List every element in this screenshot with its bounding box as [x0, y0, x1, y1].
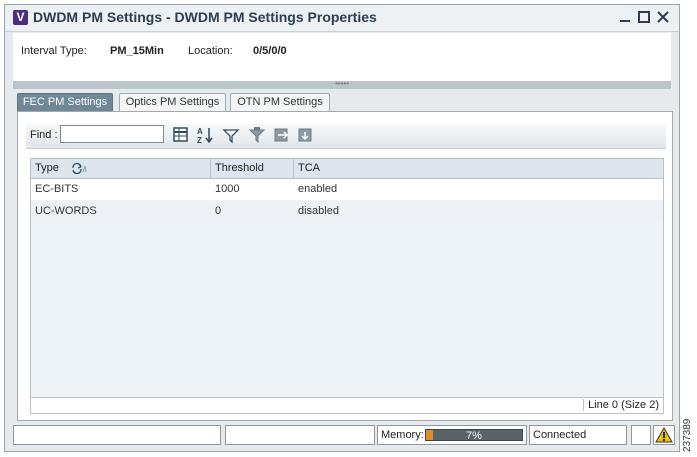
column-header-threshold[interactable]: Threshold: [215, 162, 264, 174]
row-count-text: Line 0 (Size 2): [583, 399, 659, 411]
column-separator[interactable]: [210, 159, 211, 178]
cell-threshold: 1000: [215, 183, 240, 195]
find-input[interactable]: [60, 125, 164, 143]
panel-splitter[interactable]: •••••: [13, 79, 671, 89]
location-value: 0/5/0/0: [253, 45, 287, 57]
pm-settings-table: Type Threshold TCA EC-BITS 1000 enabled …: [30, 158, 664, 398]
table-toolbar: Find : AZ: [26, 124, 666, 149]
status-field-2: [225, 425, 375, 445]
table-settings-icon[interactable]: [172, 126, 190, 144]
cell-tca: enabled: [298, 183, 338, 195]
svg-text:A: A: [197, 127, 203, 136]
sort-az-icon[interactable]: AZ: [196, 126, 214, 145]
column-header-tca[interactable]: TCA: [298, 162, 320, 174]
warning-icon: [655, 426, 673, 443]
column-header-type[interactable]: Type: [35, 162, 59, 174]
filter-icon[interactable]: [222, 126, 240, 144]
sort-toggle-icon[interactable]: [71, 162, 87, 177]
fec-pm-settings-panel: Find : AZ Type Threshold TCA EC-BITS 100…: [17, 111, 673, 421]
table-header: Type Threshold TCA: [31, 159, 663, 179]
column-separator[interactable]: [293, 159, 294, 178]
status-field-blank: [631, 425, 651, 445]
table-row[interactable]: EC-BITS 1000 enabled: [31, 179, 663, 200]
interval-type-label: Interval Type:: [21, 45, 87, 57]
cell-type: EC-BITS: [35, 183, 79, 195]
tab-optics-pm-settings[interactable]: Optics PM Settings: [119, 93, 226, 111]
app-icon: V: [13, 10, 28, 25]
maximize-button[interactable]: [636, 9, 652, 25]
connection-status: Connected: [529, 425, 627, 445]
location-label: Location:: [188, 45, 233, 57]
minimize-icon: [620, 20, 630, 22]
title-bar[interactable]: V DWDM PM Settings - DWDM PM Settings Pr…: [5, 5, 679, 32]
tab-otn-pm-settings[interactable]: OTN PM Settings: [230, 93, 330, 111]
interval-type-value: PM_15Min: [110, 45, 164, 57]
minimize-button[interactable]: [617, 9, 633, 25]
export-icon[interactable]: [272, 126, 290, 144]
memory-bar: 7%: [425, 429, 523, 442]
maximize-icon: [638, 11, 650, 23]
memory-percent: 7%: [466, 430, 482, 442]
properties-window: V DWDM PM Settings - DWDM PM Settings Pr…: [4, 4, 680, 452]
filter-funnel-icon[interactable]: [248, 126, 266, 144]
svg-text:Z: Z: [197, 136, 202, 144]
cell-tca: disabled: [298, 205, 339, 217]
warning-button[interactable]: [653, 425, 675, 445]
splitter-grip-icon: •••••: [335, 79, 350, 88]
status-bar: Memory: 7% Connected: [13, 425, 677, 445]
print-icon[interactable]: [296, 126, 314, 144]
close-icon: [657, 11, 669, 23]
window-title: DWDM PM Settings - DWDM PM Settings Prop…: [33, 9, 377, 25]
cell-threshold: 0: [215, 205, 222, 217]
table-row[interactable]: UC-WORDS 0 disabled: [31, 201, 663, 222]
memory-label: Memory:: [381, 429, 424, 441]
table-footer: Line 0 (Size 2): [30, 398, 664, 414]
cell-type: UC-WORDS: [35, 205, 97, 217]
figure-code: 237389: [682, 418, 693, 452]
status-field-1: [13, 425, 221, 445]
memory-indicator: Memory: 7%: [377, 425, 527, 445]
close-button[interactable]: [655, 9, 671, 25]
tab-fec-pm-settings[interactable]: FEC PM Settings: [17, 93, 113, 111]
find-label: Find :: [30, 129, 58, 141]
header-panel: Interval Type: PM_15Min Location: 0/5/0/…: [13, 33, 671, 82]
